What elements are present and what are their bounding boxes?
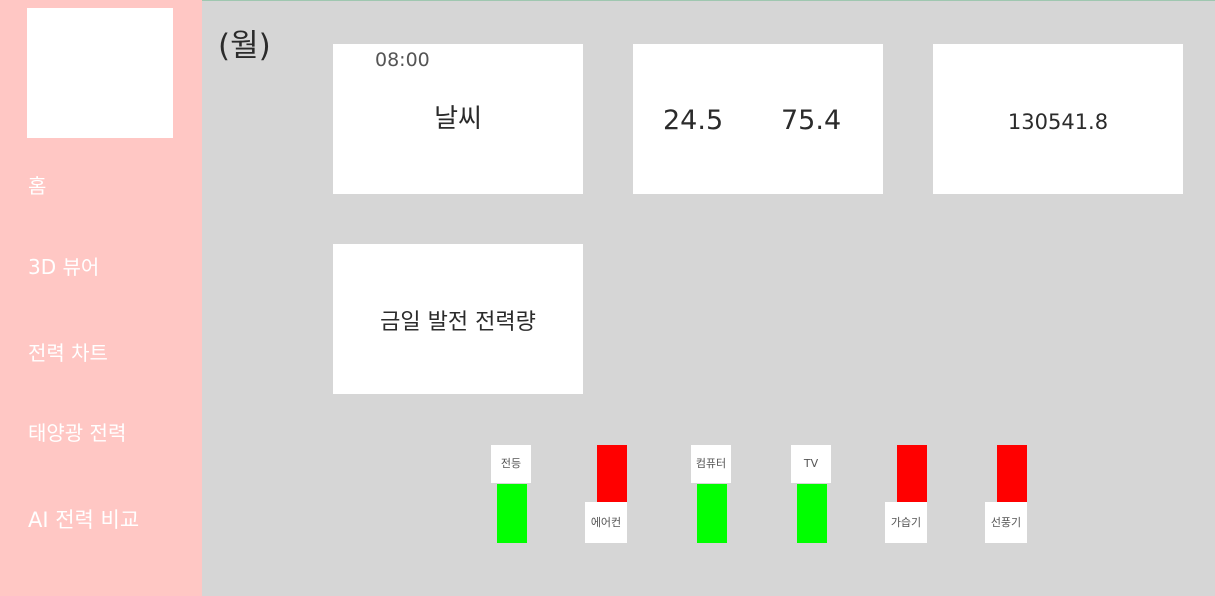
temperature-value: 24.5 [663,105,724,136]
nav-item-solar-power[interactable]: 태양광 전력 [28,421,126,445]
humidity-value: 75.4 [781,105,842,136]
day-of-week-label: (월) [218,28,271,64]
device-fan: 선풍기 [985,445,1049,555]
device-aircon-status-bar[interactable] [597,445,627,503]
device-aircon-label[interactable]: 에어컨 [585,502,627,543]
total-power-value: 130541.8 [1007,110,1109,134]
nav-item-home[interactable]: 홈 [28,174,46,198]
device-humidifier: 가습기 [885,445,949,555]
weather-time: 08:00 [375,49,430,71]
today-generation-card: 금일 발전 전력량 [333,244,583,394]
nav-item-3d-viewer[interactable]: 3D 뷰어 [28,255,99,279]
device-humidifier-label[interactable]: 가습기 [885,502,927,543]
today-generation-label: 금일 발전 전력량 [380,310,536,335]
weather-label: 날씨 [434,104,482,134]
nav-item-ai-power-compare[interactable]: AI 전력 비교 [28,508,139,532]
device-humidifier-status-bar[interactable] [897,445,927,503]
device-light-status-bar[interactable] [497,484,527,543]
logo-placeholder [27,8,173,138]
app-window: 홈 3D 뷰어 전력 차트 태양광 전력 AI 전력 비교 (월) 08:00 … [0,0,1215,596]
weather-card: 08:00 날씨 [333,44,583,194]
total-power-card: 130541.8 [933,44,1183,194]
device-fan-status-bar[interactable] [997,445,1027,503]
device-aircon: 에어컨 [585,445,649,555]
nav-item-power-chart[interactable]: 전력 차트 [28,341,108,365]
device-computer-label[interactable]: 컴퓨터 [691,445,731,483]
device-light: 전등 [491,445,549,555]
device-fan-label[interactable]: 선풍기 [985,502,1027,543]
device-light-label[interactable]: 전등 [491,445,531,483]
sidebar: 홈 3D 뷰어 전력 차트 태양광 전력 AI 전력 비교 [0,0,202,596]
device-tv-label[interactable]: TV [791,445,831,483]
device-computer-status-bar[interactable] [697,484,727,543]
device-computer: 컴퓨터 [691,445,749,555]
device-tv: TV [791,445,849,555]
device-tv-status-bar[interactable] [797,484,827,543]
climate-card: 24.5 75.4 [633,44,883,194]
